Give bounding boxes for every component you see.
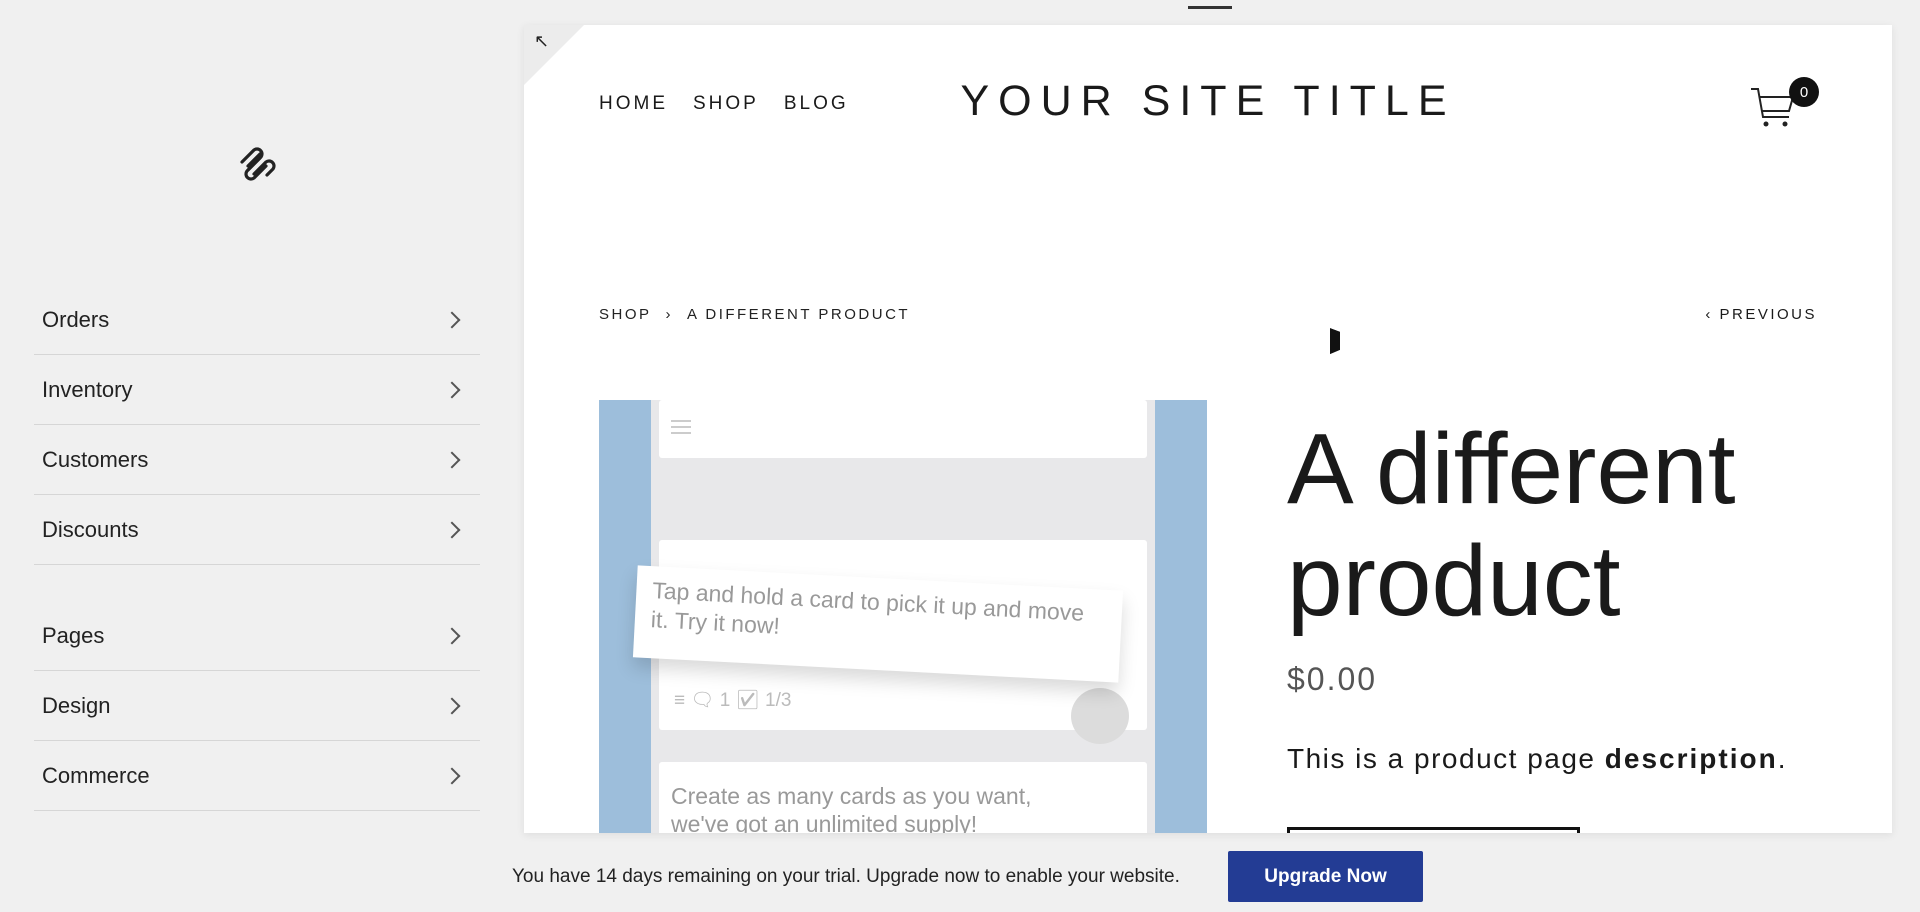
husky-avatar xyxy=(1071,688,1129,744)
breadcrumb-shop[interactable]: SHOP xyxy=(599,306,652,323)
chevron-right-icon xyxy=(443,697,461,714)
product-description: This is a product page description. xyxy=(1287,743,1787,774)
site-title[interactable]: YOUR SITE TITLE xyxy=(524,77,1892,126)
trial-banner-text: You have 14 days remaining on your trial… xyxy=(512,866,1180,887)
image-card xyxy=(659,400,1147,458)
card-meta: ≡ 🗨 1 ☑ 1/3 xyxy=(674,690,792,711)
chevron-right-icon xyxy=(443,311,461,328)
chevron-right-icon xyxy=(443,381,461,398)
chevron-right-icon xyxy=(443,767,461,784)
sidebar-item-discounts[interactable]: Discounts xyxy=(34,495,480,565)
previous-link[interactable]: ‹ PREVIOUS xyxy=(1705,306,1817,323)
sidebar-group-site: Pages Design Commerce xyxy=(34,601,480,811)
chevron-right-icon xyxy=(443,451,461,468)
sidebar-item-commerce[interactable]: Commerce xyxy=(34,741,480,811)
breadcrumb-current: A DIFFERENT PRODUCT xyxy=(687,306,911,323)
site-preview: ↖ HOME SHOP BLOG YOUR SITE TITLE 0 SHOP … xyxy=(524,25,1892,833)
description-icon xyxy=(671,420,691,434)
chevron-right-icon xyxy=(443,521,461,538)
sidebar-group-commerce: Orders Inventory Customers Discounts xyxy=(34,285,480,565)
upgrade-now-button[interactable]: Upgrade Now xyxy=(1228,851,1423,902)
panel-handle[interactable] xyxy=(1188,6,1232,9)
sidebar-item-pages[interactable]: Pages xyxy=(34,601,480,671)
product-title: A different product xyxy=(1287,413,1736,637)
breadcrumb: SHOP › A DIFFERENT PRODUCT xyxy=(599,306,910,323)
cart-count-badge: 0 xyxy=(1789,77,1819,107)
sidebar-item-orders[interactable]: Orders xyxy=(34,285,480,355)
product-image[interactable]: ≡ 🗨 1 ☑ 1/3 Tap and hold a card to pick … xyxy=(599,400,1207,833)
expand-arrow-icon[interactable]: ↖ xyxy=(534,31,549,52)
sidebar-item-inventory[interactable]: Inventory xyxy=(34,355,480,425)
breadcrumb-separator: › xyxy=(665,306,674,323)
add-to-cart-button[interactable] xyxy=(1287,827,1580,833)
image-column-right xyxy=(1155,400,1207,833)
mouse-cursor-icon xyxy=(1330,328,1340,358)
create-cards-text: Create as many cards as you want, we've … xyxy=(671,783,1032,833)
squarespace-logo-icon xyxy=(240,147,276,181)
chevron-right-icon xyxy=(443,627,461,644)
expand-corner[interactable] xyxy=(524,25,584,85)
sidebar-item-customers[interactable]: Customers xyxy=(34,425,480,495)
sidebar-item-design[interactable]: Design xyxy=(34,671,480,741)
product-price: $0.00 xyxy=(1287,661,1378,697)
